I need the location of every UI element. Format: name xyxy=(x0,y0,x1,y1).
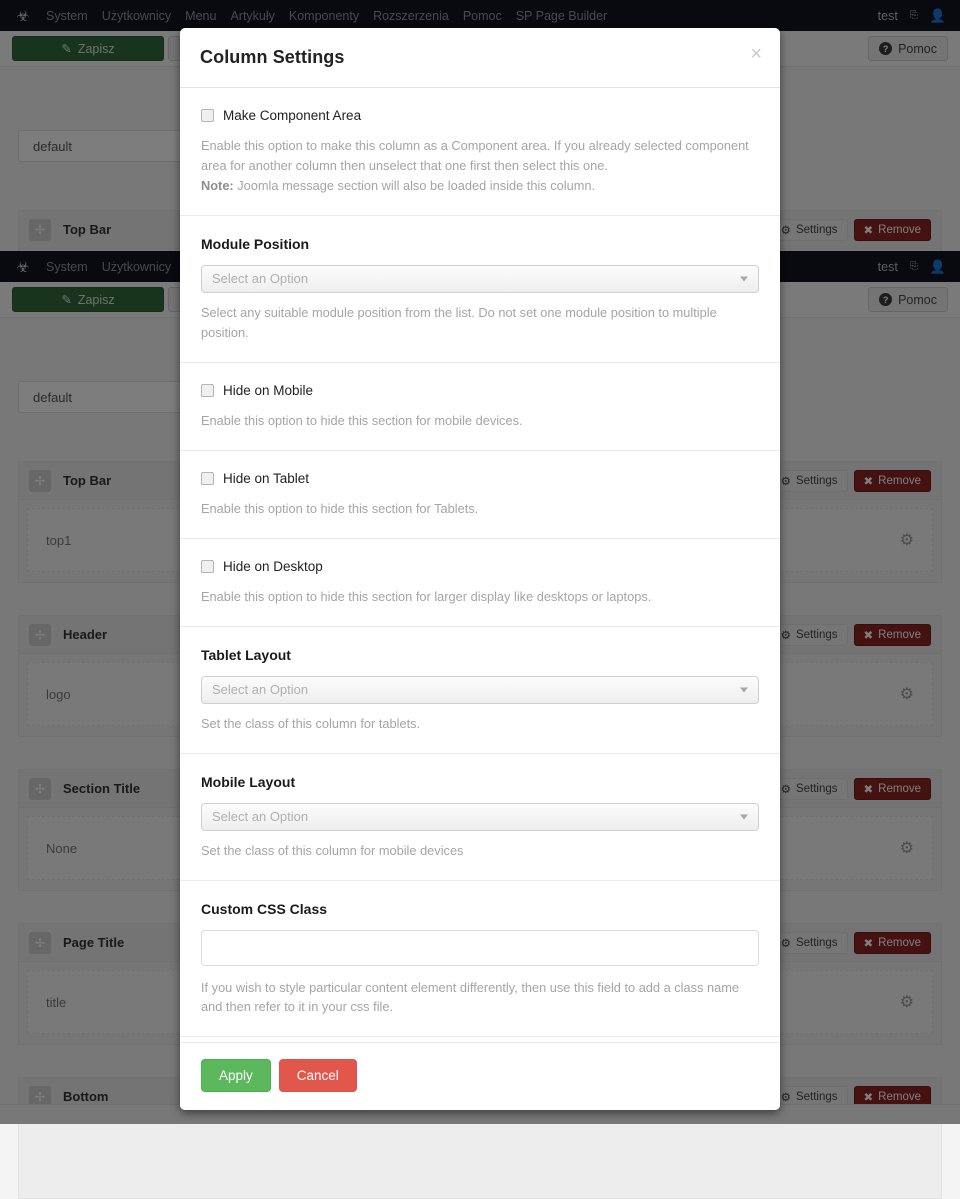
make-component-area-row[interactable]: Make Component Area xyxy=(201,108,759,123)
tablet-layout-help: Set the class of this column for tablets… xyxy=(201,715,421,731)
tablet-layout-label: Tablet Layout xyxy=(201,646,291,663)
hide-on-mobile-checkbox[interactable] xyxy=(201,383,214,397)
hide-on-desktop-row[interactable]: Hide on Desktop xyxy=(201,559,759,574)
apply-button[interactable]: Apply xyxy=(201,1059,271,1092)
fieldset-hide-on-tablet: Hide on Tablet Enable this option to hid… xyxy=(180,451,780,539)
module-position-label: Module Position xyxy=(201,235,310,252)
cancel-button[interactable]: Cancel xyxy=(278,1059,357,1092)
close-icon[interactable]: × xyxy=(750,44,762,64)
fieldset-tablet-layout: Tablet Layout Select an Option Set the c… xyxy=(180,627,780,754)
fieldset-mobile-layout: Mobile Layout Select an Option Set the c… xyxy=(180,754,780,881)
hide-on-mobile-row[interactable]: Hide on Mobile xyxy=(201,383,759,398)
hide-on-tablet-checkbox[interactable] xyxy=(201,471,214,485)
caret-down-icon xyxy=(740,276,748,282)
mobile-layout-select-value: Select an Option xyxy=(212,809,309,825)
hide-on-mobile-label: Hide on Mobile xyxy=(223,382,314,398)
hide-on-desktop-help: Enable this option to hide this section … xyxy=(201,588,652,604)
custom-css-class-help: If you wish to style particular content … xyxy=(201,979,739,1015)
component-area-note-text: Joomla message section will also be load… xyxy=(233,177,596,193)
hide-on-mobile-help: Enable this option to hide this section … xyxy=(201,412,523,428)
hide-on-tablet-help: Enable this option to hide this section … xyxy=(201,500,479,516)
hide-on-tablet-row[interactable]: Hide on Tablet xyxy=(201,471,759,486)
module-position-select[interactable]: Select an Option xyxy=(201,264,759,293)
hide-on-desktop-checkbox[interactable] xyxy=(201,559,214,573)
make-component-area-checkbox[interactable] xyxy=(201,109,214,122)
component-area-help: Enable this option to make this column a… xyxy=(201,136,759,196)
caret-down-icon xyxy=(740,687,748,693)
component-area-note-label: Note: xyxy=(201,177,234,193)
fieldset-custom-css-class: Custom CSS Class If you wish to style pa… xyxy=(180,881,780,1038)
modal-header: Column Settings × xyxy=(180,28,780,88)
mobile-layout-help: Set the class of this column for mobile … xyxy=(201,842,464,858)
column-settings-modal: Column Settings × Make Component Area En… xyxy=(180,28,780,1110)
custom-css-class-input[interactable] xyxy=(201,929,759,966)
component-area-help-line1: Enable this option to make this column a… xyxy=(201,138,749,173)
modal-footer: Apply Cancel xyxy=(180,1042,780,1110)
hide-on-tablet-label: Hide on Tablet xyxy=(223,470,310,486)
make-component-area-label: Make Component Area xyxy=(223,108,362,123)
fieldset-module-position: Module Position Select an Option Select … xyxy=(180,216,780,363)
tablet-layout-select[interactable]: Select an Option xyxy=(201,675,759,704)
tablet-layout-select-value: Select an Option xyxy=(212,682,309,698)
module-position-select-value: Select an Option xyxy=(212,271,309,287)
fieldset-hide-on-mobile: Hide on Mobile Enable this option to hid… xyxy=(180,363,780,451)
mobile-layout-select[interactable]: Select an Option xyxy=(201,802,759,831)
fieldset-hide-on-desktop: Hide on Desktop Enable this option to hi… xyxy=(180,539,780,627)
custom-css-class-label: Custom CSS Class xyxy=(201,900,328,917)
modal-body: Make Component Area Enable this option t… xyxy=(180,88,780,1042)
fieldset-component-area: Make Component Area Enable this option t… xyxy=(180,88,780,216)
mobile-layout-label: Mobile Layout xyxy=(201,773,296,790)
hide-on-desktop-label: Hide on Desktop xyxy=(223,558,323,574)
modal-title: Column Settings xyxy=(200,47,345,67)
module-position-help: Select any suitable module position from… xyxy=(201,304,717,340)
caret-down-icon xyxy=(740,814,748,820)
